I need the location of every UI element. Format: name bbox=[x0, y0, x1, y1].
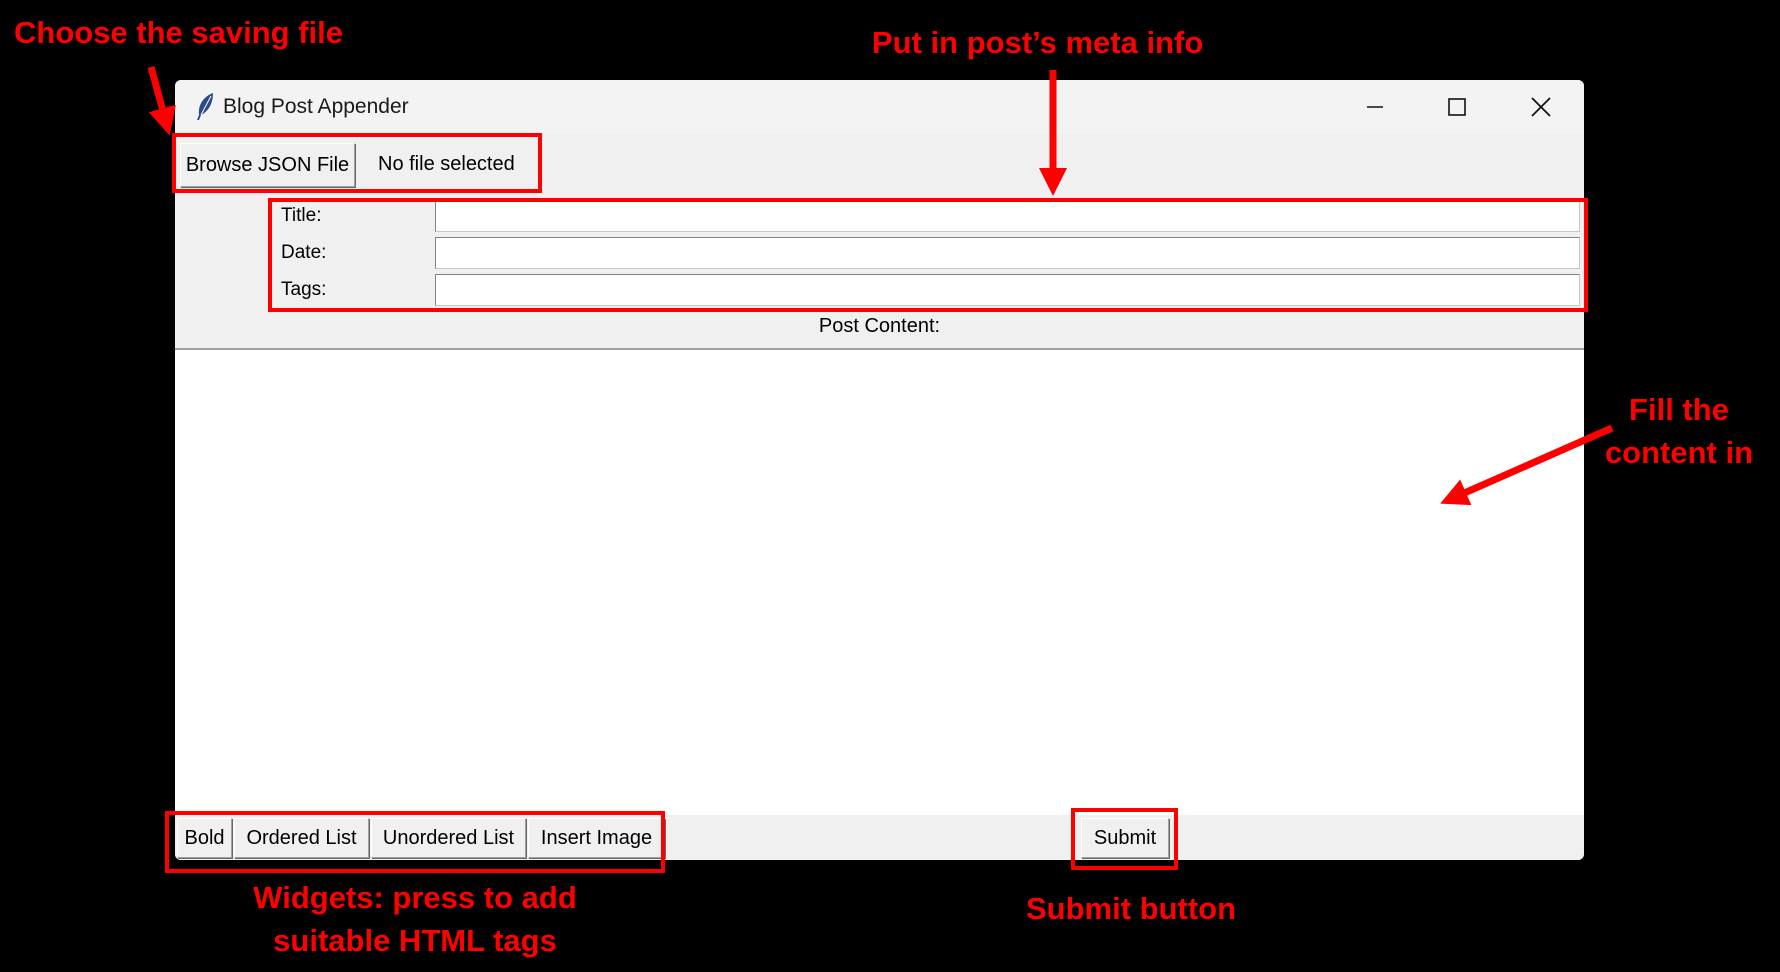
arrow-choose-file bbox=[147, 66, 176, 136]
annotation-arrows bbox=[147, 66, 1614, 506]
arrow-fill-content bbox=[1440, 424, 1614, 506]
